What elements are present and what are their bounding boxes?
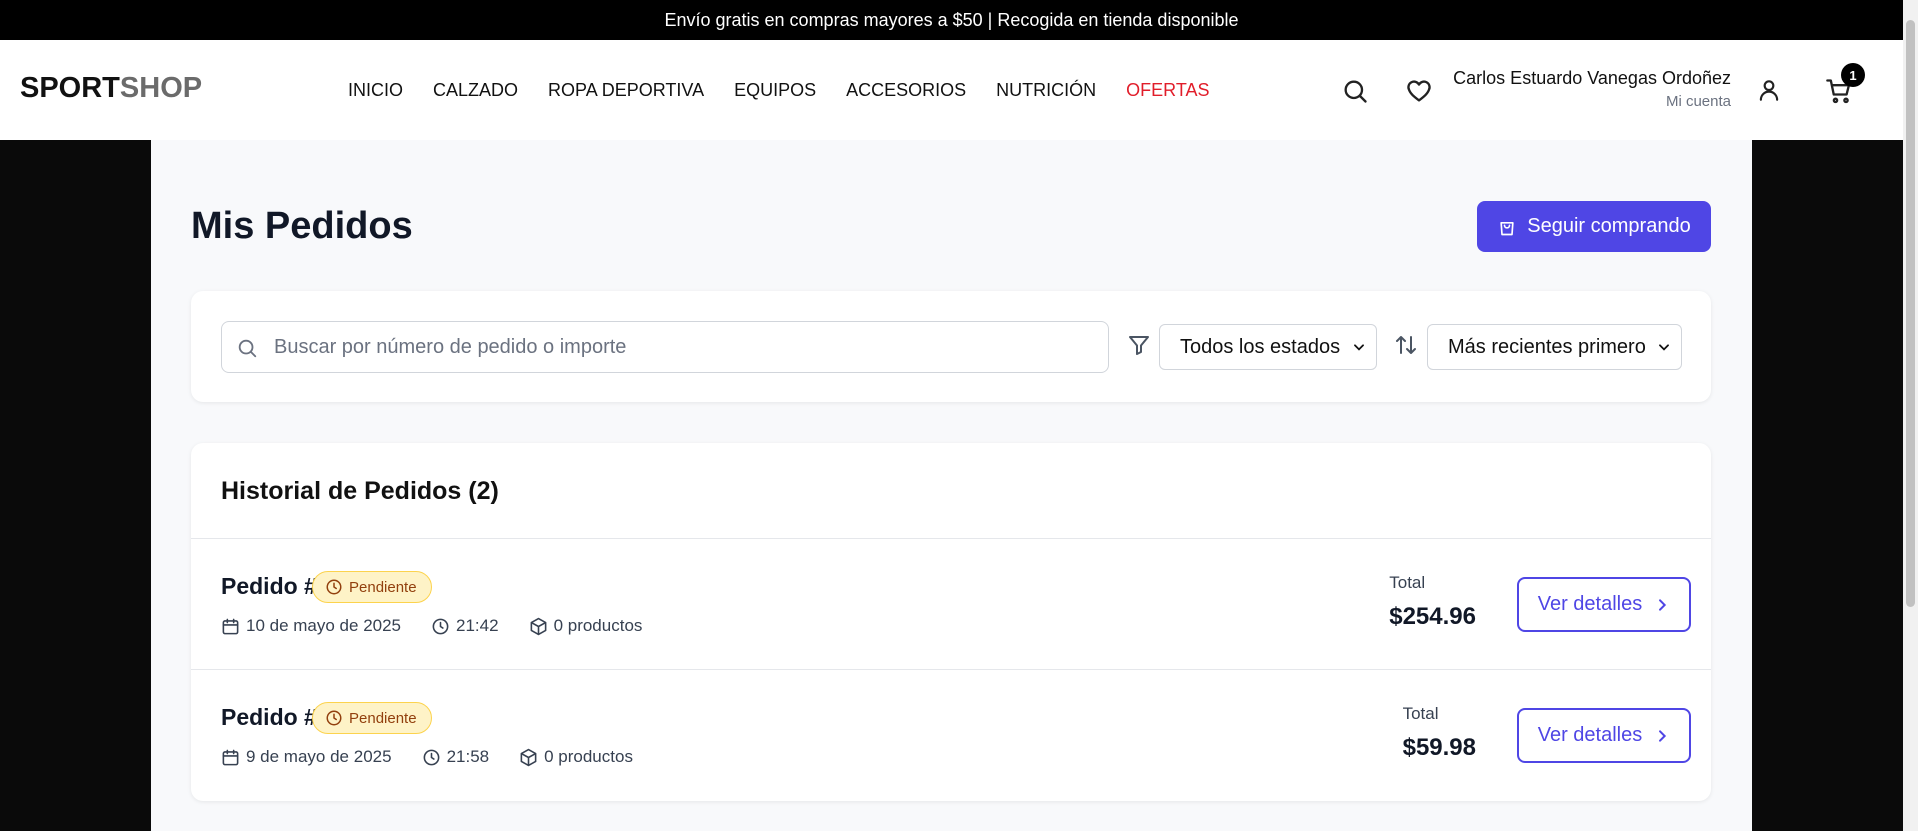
order-products: 0 productos xyxy=(553,616,643,635)
clock-icon xyxy=(326,579,342,595)
clock-icon xyxy=(326,710,342,726)
order-total: Total $254.96 xyxy=(1389,573,1476,631)
clock-icon xyxy=(423,749,439,765)
user-account[interactable]: Carlos Estuardo Vanegas Ordoñez Mi cuent… xyxy=(1453,68,1731,110)
order-meta: 9 de mayo de 2025 21:58 0 productos xyxy=(221,747,633,767)
account-label: Mi cuenta xyxy=(1665,93,1731,110)
status-badge-label: Pendiente xyxy=(349,578,417,596)
nav-item-calzado[interactable]: CALZADO xyxy=(433,80,518,101)
calendar-icon xyxy=(222,618,239,634)
site-header: SPORTSHOP INICIO CALZADO ROPA DEPORTIVA … xyxy=(0,40,1903,140)
chevron-down-icon xyxy=(1659,344,1669,351)
orders-history-title: Historial de Pedidos (2) xyxy=(221,477,499,505)
total-label: Total xyxy=(1402,704,1439,723)
search-icon[interactable] xyxy=(1341,77,1369,105)
order-time: 21:58 xyxy=(446,747,490,766)
sort-select[interactable]: Más recientes primero xyxy=(1427,324,1682,370)
logo[interactable]: SPORTSHOP xyxy=(20,72,202,105)
order-row: Pedido #3 Pendiente 9 de mayo de 2025 21… xyxy=(191,670,1711,800)
scrollbar-thumb[interactable] xyxy=(1906,20,1915,607)
status-select-value: Todos los estados xyxy=(1180,335,1341,358)
search-icon xyxy=(238,339,257,358)
nav-item-nutricion[interactable]: NUTRICIÓN xyxy=(996,80,1096,101)
view-details-button[interactable]: Ver detalles xyxy=(1517,708,1691,763)
calendar-icon xyxy=(222,749,239,765)
search-input[interactable] xyxy=(272,334,1092,360)
cart-count-badge: 1 xyxy=(1841,63,1865,87)
main-nav: INICIO CALZADO ROPA DEPORTIVA EQUIPOS AC… xyxy=(348,80,1210,101)
logo-part-shop: SHOP xyxy=(119,72,203,104)
continue-shopping-label: Seguir comprando xyxy=(1527,215,1691,237)
sort-select-value: Más recientes primero xyxy=(1448,335,1646,358)
order-date: 9 de mayo de 2025 xyxy=(246,747,392,766)
total-value: $254.96 xyxy=(1389,603,1476,630)
clock-icon xyxy=(432,618,449,634)
view-details-label: Ver detalles xyxy=(1537,593,1643,615)
order-products: 0 productos xyxy=(544,747,633,766)
promo-bar: Envío gratis en compras mayores a $50 | … xyxy=(0,0,1903,40)
order-row: Pedido #4 Pendiente 10 de mayo de 2025 2… xyxy=(191,539,1711,669)
page-title: Mis Pedidos xyxy=(191,205,413,247)
filter-icon xyxy=(1127,333,1151,357)
status-badge-label: Pendiente xyxy=(349,709,417,727)
logo-part-sport: SPORT xyxy=(20,72,120,104)
chevron-right-icon xyxy=(1659,598,1667,611)
nav-item-equipos[interactable]: EQUIPOS xyxy=(734,80,816,101)
view-details-label: Ver detalles xyxy=(1537,724,1643,746)
shopping-bag-icon xyxy=(1500,221,1514,235)
total-label: Total xyxy=(1389,573,1426,592)
order-time: 21:42 xyxy=(456,616,499,635)
user-icon[interactable] xyxy=(1756,77,1782,103)
package-icon xyxy=(520,748,537,766)
nav-item-accesorios[interactable]: ACCESORIOS xyxy=(846,80,966,101)
status-badge: Pendiente xyxy=(312,571,432,603)
orders-page: Mis Pedidos Seguir comprando Todos los e… xyxy=(151,140,1752,831)
order-total: Total $59.98 xyxy=(1403,704,1476,762)
status-badge: Pendiente xyxy=(312,702,432,734)
chevron-down-icon xyxy=(1354,344,1364,351)
promo-text: Envío gratis en compras mayores a $50 | … xyxy=(664,9,1239,30)
heart-icon[interactable] xyxy=(1405,77,1433,105)
nav-item-ofertas[interactable]: OFERTAS xyxy=(1126,80,1209,101)
package-icon xyxy=(530,617,546,635)
nav-item-inicio[interactable]: INICIO xyxy=(348,80,403,101)
orders-history-card: Historial de Pedidos (2) Pedido #4 Pendi… xyxy=(191,443,1711,801)
search-field[interactable] xyxy=(221,321,1109,373)
sort-icon xyxy=(1394,333,1418,357)
order-date: 10 de mayo de 2025 xyxy=(246,616,402,635)
chevron-right-icon xyxy=(1659,729,1667,742)
order-meta: 10 de mayo de 2025 21:42 0 productos xyxy=(221,616,642,636)
user-name: Carlos Estuardo Vanegas Ordoñez xyxy=(1453,68,1731,88)
continue-shopping-button[interactable]: Seguir comprando xyxy=(1477,201,1711,252)
view-details-button[interactable]: Ver detalles xyxy=(1517,577,1691,632)
status-select[interactable]: Todos los estados xyxy=(1159,324,1377,370)
total-value: $59.98 xyxy=(1402,734,1476,761)
filter-card: Todos los estados Más recientes primero xyxy=(191,291,1711,402)
nav-item-ropa-deportiva[interactable]: ROPA DEPORTIVA xyxy=(548,80,704,101)
